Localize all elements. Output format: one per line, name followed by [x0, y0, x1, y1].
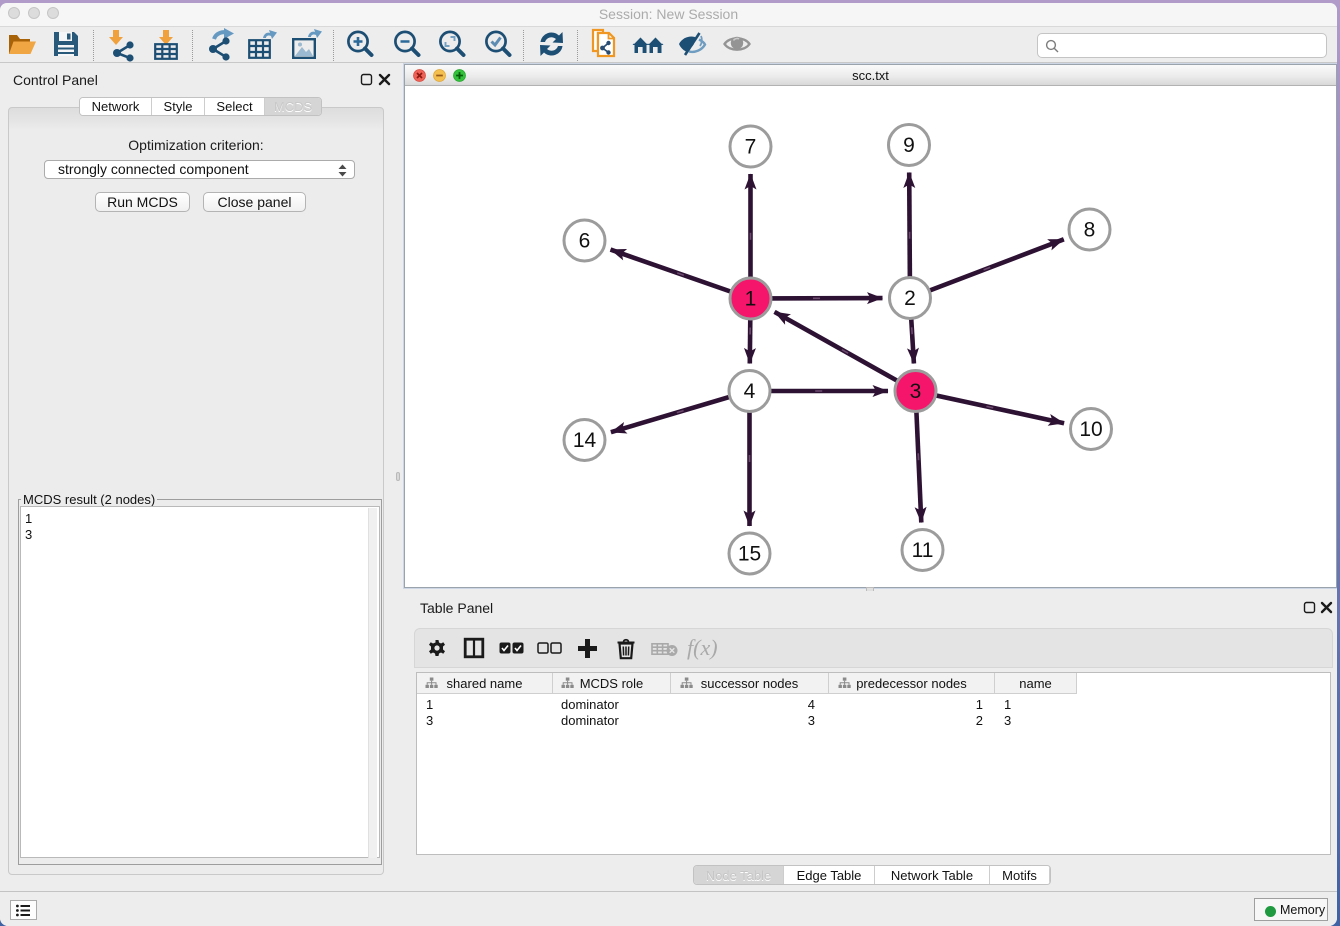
svg-text:15: 15 — [738, 543, 761, 566]
svg-text:2: 2 — [904, 287, 916, 310]
svg-text:8: 8 — [1084, 219, 1096, 242]
svg-text:9: 9 — [903, 134, 915, 157]
svg-text:10: 10 — [1079, 418, 1102, 441]
svg-text:7: 7 — [745, 136, 757, 159]
svg-text:3: 3 — [910, 380, 922, 403]
svg-text:11: 11 — [912, 539, 934, 562]
svg-text:4: 4 — [744, 380, 756, 403]
svg-text:1: 1 — [745, 288, 757, 311]
svg-text:6: 6 — [579, 230, 591, 253]
svg-text:14: 14 — [573, 429, 597, 452]
